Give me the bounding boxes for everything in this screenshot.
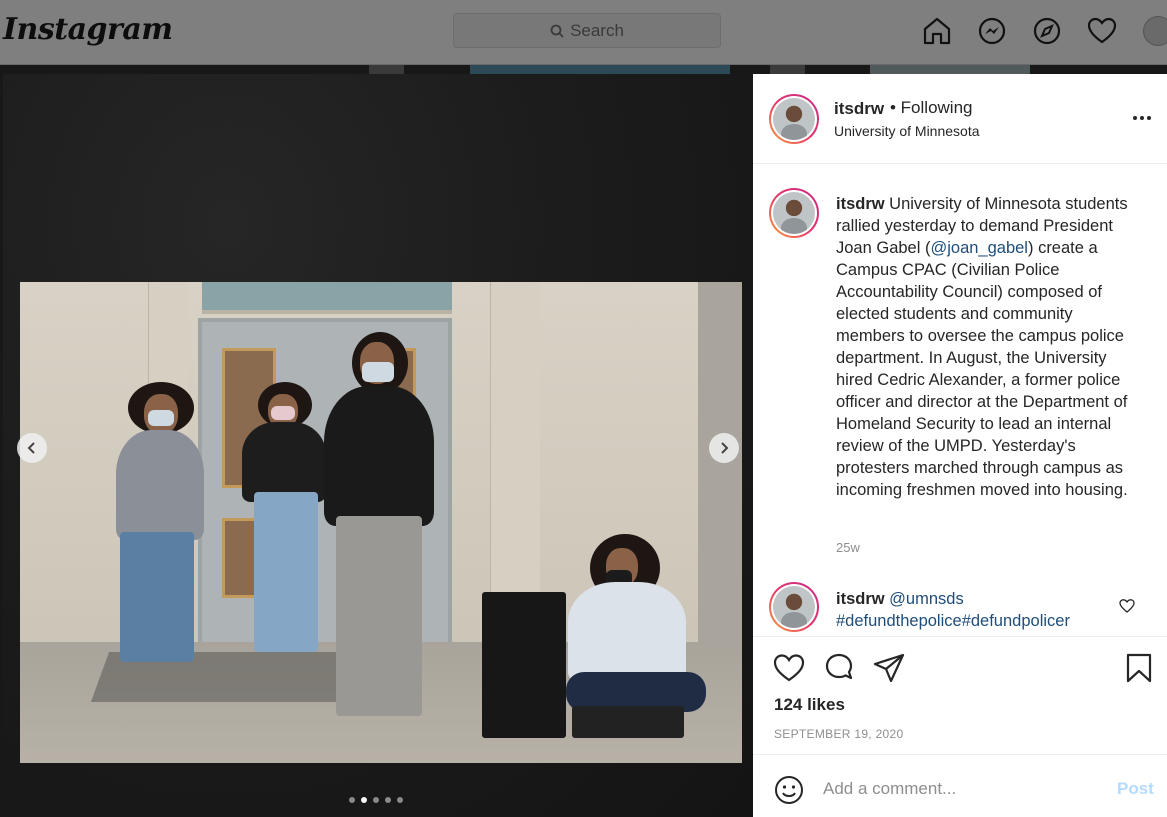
carousel-dot [349,797,355,803]
comment-avatar[interactable] [769,582,819,632]
carousel-dot [385,797,391,803]
photo-transom [202,282,452,314]
face-mask [362,362,394,382]
chevron-right-icon [721,442,729,454]
search-placeholder: Search [570,20,624,40]
carousel-dot [361,797,367,803]
post-caption: itsdrw University of Minnesota students … [836,193,1136,501]
post-photo [20,282,742,763]
carousel-previous-button[interactable] [17,433,47,463]
person-jeans [120,532,194,662]
search-box[interactable]: Search [453,13,721,48]
carousel-next-button[interactable] [709,433,739,463]
post-date[interactable]: SEPTEMBER 19, 2020 [774,727,903,741]
search-icon [550,24,564,38]
person-jeans [254,492,318,652]
comment-item: itsdrw @umnsds #defundthepolice#defundpo… [836,588,1106,632]
instagram-logo[interactable]: Instagram [3,12,173,47]
top-navigation-bar: Instagram Search [0,0,1167,65]
following-status[interactable]: • Following [890,98,973,118]
likes-count[interactable]: 124 likes [774,695,845,715]
person-pants [336,516,422,716]
carousel-dot [373,797,379,803]
carousel-dot [397,797,403,803]
chevron-left-icon [27,442,35,454]
add-comment-section: Post [753,754,1167,817]
activity-heart-icon[interactable] [1087,16,1117,46]
like-comment-heart-icon[interactable] [1119,598,1135,614]
share-send-icon[interactable] [873,652,905,684]
home-icon[interactable] [922,16,952,46]
author-avatar[interactable] [769,94,819,144]
post-location[interactable]: University of Minnesota [834,123,980,139]
photo-right-wall [698,282,742,702]
comment-username[interactable]: itsdrw [836,590,885,608]
explore-icon[interactable] [1032,16,1062,46]
more-options-icon[interactable] [1130,110,1154,126]
comment-hashtags[interactable]: #defundthepolice#defundpolicer [836,612,1070,630]
messenger-icon[interactable] [977,16,1007,46]
post-comment-button[interactable]: Post [1117,779,1154,799]
like-heart-icon[interactable] [773,652,805,684]
face-mask [271,406,295,420]
face-mask [148,410,174,426]
person-body [242,422,326,502]
background-peek [770,65,805,74]
comment-bubble-icon[interactable] [823,652,855,684]
post-media-panel [3,74,753,817]
background-peek [870,65,1030,74]
author-username[interactable]: itsdrw [834,99,884,119]
caption-mention-link[interactable]: @joan_gabel [930,239,1028,257]
post-header: itsdrw • Following University of Minneso… [753,74,1167,164]
profile-avatar[interactable] [1143,16,1167,46]
caption-username[interactable]: itsdrw [836,195,885,213]
person-body [324,386,434,526]
carousel-indicator [349,797,403,803]
caption-time-ago[interactable]: 25w [836,540,860,555]
caption-avatar[interactable] [769,188,819,238]
person-body [116,430,204,540]
add-comment-input[interactable] [823,773,1093,805]
emoji-smiley-icon[interactable] [774,775,804,805]
background-peek [369,65,404,74]
comment-mention-link[interactable]: @umnsds [885,590,964,608]
save-bookmark-icon[interactable] [1123,652,1155,684]
person-body [568,582,686,682]
equipment-case [572,706,684,738]
speaker-box [482,592,566,738]
background-peek [470,65,730,74]
post-details-panel: itsdrw • Following University of Minneso… [753,74,1167,817]
caption-text-part: ) create a Campus CPAC (Civilian Police … [836,239,1128,499]
